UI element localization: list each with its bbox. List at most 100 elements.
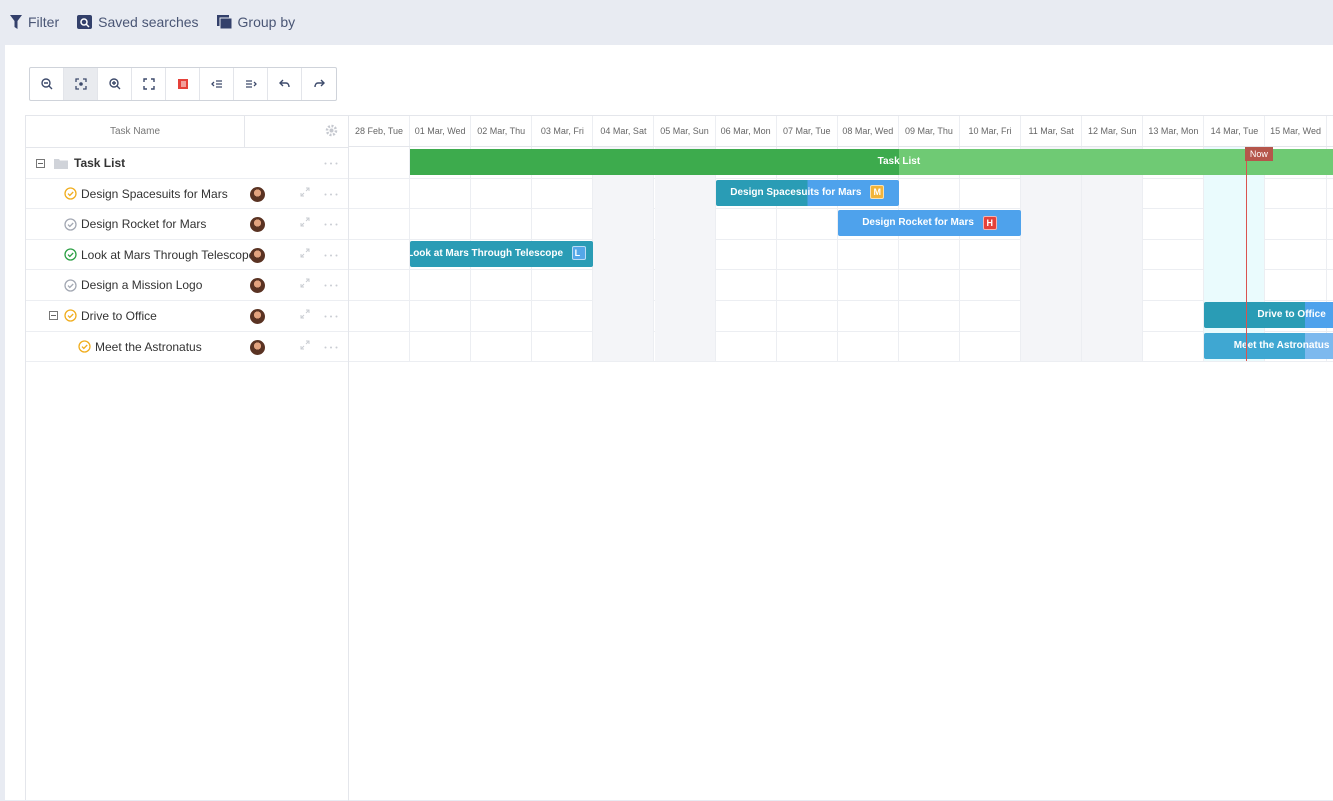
timeline-day-header: 04 Mar, Sat [593,116,655,146]
row-label: Task List [74,156,126,170]
more-icon[interactable] [324,346,338,349]
grid-header: Task Name [26,116,348,148]
avatar[interactable] [250,308,265,324]
row-label: Meet the Astronatus [95,339,202,354]
collapse-toggle[interactable] [36,158,45,168]
zoom-to-fit-button[interactable] [64,68,98,100]
more-icon[interactable] [324,193,338,196]
timeline-day-column [960,147,1022,361]
timeline-day-header: 03 Mar, Fri [532,116,594,146]
status-done-icon[interactable] [64,248,77,261]
status-in-progress-icon[interactable] [64,187,77,200]
timeline-day-column [654,147,716,361]
expand-icon[interactable] [300,278,310,288]
timeline-day-header: 14 Mar, Tue [1204,116,1266,146]
timeline-header: 28 Feb, Tue 01 Mar, Wed 02 Mar, Thu 03 Mar,… [349,116,1333,147]
indent-button[interactable] [234,68,268,100]
group-by-label: Group by [237,14,296,30]
zoom-out-button[interactable] [30,68,64,100]
zoom-in-button[interactable] [98,68,132,100]
expand-icon[interactable] [300,340,310,350]
bar-label: Look at Mars Through Telescope [410,247,564,259]
table-row[interactable]: Design Rocket for Mars [26,209,348,240]
saved-searches-label: Saved searches [98,14,199,30]
bar-design-rocket[interactable]: Design Rocket for Mars H [837,210,1022,237]
row-label: Drive to Office [81,308,157,323]
folder-icon [54,158,68,169]
outdent-icon [210,80,222,88]
collapse-toggle[interactable] [49,311,58,321]
bar-design-spacesuits[interactable]: Design Spacesuits for Mars M [715,179,899,206]
priority-badge: H [982,215,997,230]
status-open-icon[interactable] [64,218,77,231]
expand-icon[interactable] [300,309,310,319]
zoom-out-icon [40,78,52,90]
timeline-row-line [349,361,1333,363]
avatar[interactable] [250,339,265,355]
priority-badge: M [870,184,885,199]
timeline-day-column [593,147,655,361]
undo-icon [278,79,290,88]
fullscreen-icon [142,78,155,90]
gear-icon[interactable] [325,124,338,137]
expand-icon[interactable] [300,187,310,197]
group-by-button[interactable]: Group by [216,14,296,30]
more-icon[interactable] [324,315,338,318]
gantt-timeline[interactable]: 28 Feb, Tue 01 Mar, Wed 02 Mar, Thu 03 Mar,… [348,115,1333,801]
more-icon[interactable] [324,223,338,226]
saved-search-icon [77,15,93,29]
expand-icon[interactable] [300,248,310,258]
saved-searches-button[interactable]: Saved searches [77,14,199,30]
critical-path-icon [177,79,188,89]
task-grid: Task Name Task List Design Spacesuits fo… [25,115,349,800]
expand-icon[interactable] [300,217,310,227]
table-row[interactable]: Design Spacesuits for Mars [26,179,348,210]
status-open-icon[interactable] [64,279,77,292]
avatar[interactable] [250,247,265,263]
bar-drive-to-office[interactable]: Drive to Office [1204,302,1333,328]
avatar[interactable] [250,278,265,294]
filter-button[interactable]: Filter [10,14,59,30]
bar-meet-astronauts[interactable]: Meet the Astronatus [1204,332,1333,359]
table-row[interactable]: Look at Mars Through Telescope [26,240,348,271]
timeline-day-header: 01 Mar, Wed [410,116,472,146]
bar-label: Design Spacesuits for Mars [730,186,862,198]
bar-look-at-mars[interactable]: Look at Mars Through Telescope L [410,240,594,267]
critical-path-button[interactable] [166,68,200,100]
timeline-day-column [1204,147,1266,361]
timeline-day-column [1021,147,1083,361]
status-in-progress-icon[interactable] [64,309,77,323]
timeline-day-header: 15 Mar, Wed [1266,116,1327,146]
gantt-toolbar [29,67,337,101]
undo-button[interactable] [268,68,302,100]
timeline-day-header: 28 Feb, Tue [349,116,411,146]
timeline-day-column [349,147,411,361]
timeline-day-header: 12 Mar, Sun [1082,116,1144,146]
bar-label: Design Rocket for Mars [862,217,974,229]
status-in-progress-icon[interactable] [78,340,91,353]
task-name-header[interactable]: Task Name [26,116,245,147]
table-row[interactable]: Design a Mission Logo [26,270,348,301]
more-icon[interactable] [324,162,338,165]
timeline-day-header: 11 Mar, Sat [1021,116,1083,146]
bar-label: Drive to Office [1257,309,1326,320]
fullscreen-button[interactable] [132,68,166,100]
indent-icon [245,80,257,88]
table-row[interactable]: Meet the Astronatus [26,332,348,363]
row-label: Look at Mars Through Telescope [81,247,256,262]
timeline-day-header: 06 Mar, Mon [716,116,777,146]
timeline-day-column [899,147,960,361]
bar-progress-fill [410,149,899,175]
zoom-in-icon [108,78,120,90]
now-marker-line [1245,147,1247,361]
table-row[interactable]: Drive to Office [26,301,348,332]
more-icon[interactable] [324,284,338,287]
more-icon[interactable] [324,254,338,257]
table-row-task-list[interactable]: Task List [26,148,348,179]
outdent-button[interactable] [200,68,234,100]
bar-task-list[interactable]: Task List [410,149,1333,175]
avatar[interactable] [250,186,265,202]
row-label: Design Rocket for Mars [81,217,207,232]
redo-button[interactable] [302,68,336,100]
avatar[interactable] [250,217,265,233]
